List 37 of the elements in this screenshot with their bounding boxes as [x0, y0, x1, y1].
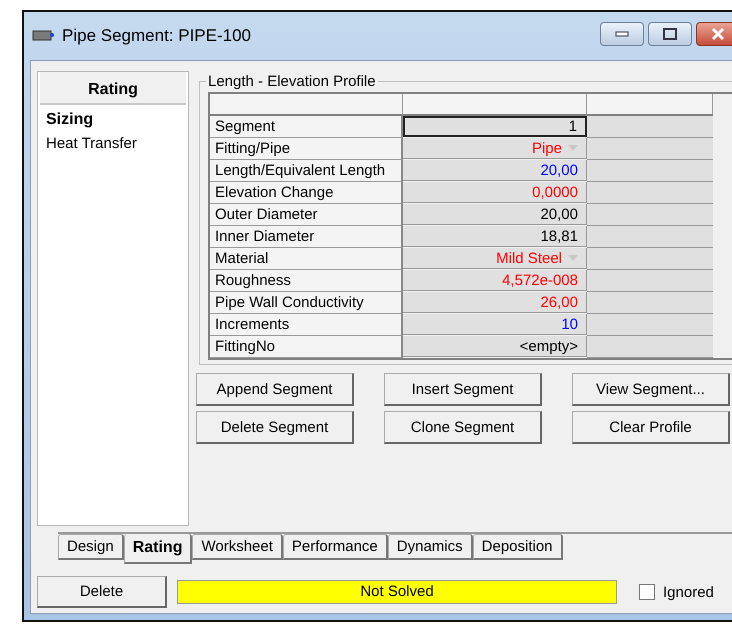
- action-button[interactable]: Delete Segment: [196, 411, 354, 444]
- value-cell[interactable]: 20,00: [403, 160, 587, 181]
- group-title: Length - Elevation Profile: [207, 73, 377, 90]
- row-label: Elevation Change: [210, 182, 403, 204]
- tab[interactable]: Worksheet: [192, 534, 283, 560]
- action-button[interactable]: Insert Segment: [384, 373, 542, 406]
- action-button[interactable]: View Segment...: [572, 373, 730, 406]
- row-label: Inner Diameter: [210, 226, 403, 248]
- row-label: Length/Equivalent Length: [210, 160, 403, 182]
- action-button[interactable]: Clear Profile: [572, 411, 730, 444]
- action-button[interactable]: Append Segment: [196, 373, 354, 406]
- action-button[interactable]: Clone Segment: [384, 411, 542, 444]
- row-label: Segment: [210, 116, 403, 138]
- sidebar-item[interactable]: Sizing: [38, 105, 188, 129]
- value-cell[interactable]: 18,81: [403, 226, 587, 247]
- row-label: Roughness: [210, 270, 403, 292]
- window-title: Pipe Segment: PIPE-100: [62, 26, 252, 46]
- row-label: Increments: [210, 314, 403, 336]
- row-label: Outer Diameter: [210, 204, 403, 226]
- row-label: FittingNo: [210, 336, 403, 358]
- tab[interactable]: Design: [58, 534, 124, 560]
- tab[interactable]: Rating: [124, 534, 192, 564]
- tab[interactable]: Performance: [282, 534, 388, 560]
- sidebar-header: Rating: [40, 72, 186, 105]
- value-cell[interactable]: <empty>: [403, 336, 587, 357]
- value-cell[interactable]: 10: [403, 314, 587, 335]
- value-cell[interactable]: 1: [403, 116, 587, 137]
- tab[interactable]: Dynamics: [388, 534, 473, 560]
- tab[interactable]: Deposition: [472, 534, 563, 560]
- sidebar-item[interactable]: Heat Transfer: [38, 129, 188, 152]
- row-label: Fitting/Pipe: [210, 138, 403, 160]
- delete-button[interactable]: Delete: [37, 576, 167, 608]
- checkbox-label: Ignored: [663, 584, 714, 600]
- status-bar: Not Solved: [177, 580, 617, 604]
- row-label: Material: [210, 248, 403, 270]
- value-cell[interactable]: 20,00: [403, 204, 587, 225]
- row-label: Pipe Wall Conductivity: [210, 292, 403, 314]
